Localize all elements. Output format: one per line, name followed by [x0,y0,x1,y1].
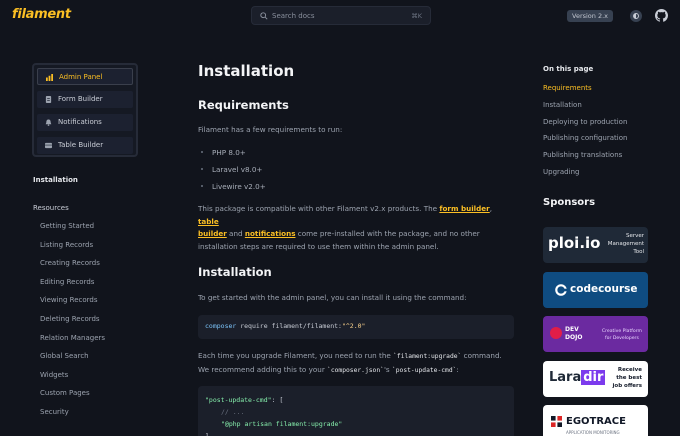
toc-item-publishing-translations[interactable]: Publishing translations [543,151,627,168]
nav-item-custom-pages[interactable]: Custom Pages [40,389,105,408]
egotrace-logo-icon [551,416,562,427]
nav-item-viewing-records[interactable]: Viewing Records [40,296,105,315]
search-icon [260,12,268,20]
devdojo-logo-icon [550,327,562,339]
sponsor-name: Lara [549,370,582,385]
sponsor-tagline: APPLICATION MONITORING [566,430,620,435]
nav-item-deleting-records[interactable]: Deleting Records [40,315,105,334]
search-input[interactable]: Search docs ⌘K [251,6,431,25]
package-switcher: Admin Panel Form Builder Notifications T… [32,63,138,157]
sponsor-tagline: the best [616,375,642,381]
search-placeholder: Search docs [272,12,315,20]
notifications-link[interactable]: notifications [245,229,296,238]
nav-item-editing-records[interactable]: Editing Records [40,278,105,297]
nav-item-listing-records[interactable]: Listing Records [40,241,105,260]
nav-item-getting-started[interactable]: Getting Started [40,222,105,241]
theme-toggle-icon [633,13,639,19]
package-label: Table Builder [58,141,104,149]
compatibility-paragraph: This package is compatible with other Fi… [198,204,492,251]
theme-toggle-button[interactable] [630,10,642,22]
toc-item-requirements[interactable]: Requirements [543,84,627,101]
sponsor-name: DEV [565,326,579,333]
sponsors-heading: Sponsors [543,197,596,208]
install-intro: To get started with the admin panel, you… [198,293,467,302]
github-icon[interactable] [655,9,668,22]
sponsor-name: EGOTRACE [566,416,626,427]
sponsor-codecourse[interactable]: codecourse [543,272,648,308]
top-header: filament Search docs ⌘K Version 2.x [0,0,680,33]
sponsor-tagline: job offers [612,383,642,389]
nav-item-global-search[interactable]: Global Search [40,352,105,371]
table-builder-link[interactable]: table [198,217,219,226]
sponsor-tagline: Server [625,233,644,239]
requirements-heading[interactable]: Requirements [198,98,289,112]
package-notifications[interactable]: Notifications [37,114,133,131]
form-builder-link[interactable]: form builder [439,204,489,213]
toc-item-installation[interactable]: Installation [543,101,627,118]
sponsor-tagline: Tool [633,249,644,255]
nav-item-widgets[interactable]: Widgets [40,371,105,390]
sponsor-name: dir [581,370,606,385]
package-form-builder[interactable]: Form Builder [37,91,133,108]
table-builder-link[interactable]: builder [198,229,227,238]
nav-installation[interactable]: Installation [33,176,78,184]
sponsor-tagline: Creative Platform [601,329,642,334]
sponsor-laradir[interactable]: Lara dir Receive the best job offers [543,361,648,397]
sponsor-name: ploi.io [548,234,601,252]
requirement-item: PHP 8.0+ [201,148,246,157]
package-admin-panel[interactable]: Admin Panel [37,68,133,85]
toc-title: On this page [543,65,594,73]
package-label: Admin Panel [59,73,103,81]
requirement-item: Livewire v2.0+ [201,182,266,191]
sponsor-name: codecourse [570,283,638,295]
nav-item-creating-records[interactable]: Creating Records [40,259,105,278]
requirements-intro: Filament has a few requirements to run: [198,125,343,134]
bell-icon [45,119,52,126]
package-label: Notifications [58,118,102,126]
page-title: Installation [198,62,295,80]
sponsor-tagline: for Developers [605,336,639,341]
toc-item-publishing-config[interactable]: Publishing configuration [543,134,627,151]
nav-resources-list: Getting Started Listing Records Creating… [40,222,105,427]
filament-logo[interactable]: filament [12,7,71,22]
table-of-contents: Requirements Installation Deploying to p… [543,84,627,185]
table-icon [45,142,52,149]
composer-json-code-block[interactable]: "post-update-cmd": [ // ... "@php artisa… [198,386,514,436]
codecourse-logo-icon [555,284,567,296]
toc-item-upgrading[interactable]: Upgrading [543,168,627,185]
sponsor-tagline: Receive [617,367,642,373]
nav-item-relation-managers[interactable]: Relation Managers [40,334,105,353]
bar-chart-icon [46,74,53,81]
toc-item-deploying[interactable]: Deploying to production [543,118,627,135]
document-icon [45,96,52,103]
installation-heading[interactable]: Installation [198,265,272,279]
nav-section-resources: Resources [33,204,69,212]
install-command-block[interactable]: composer require filament/filament:"^2.0… [198,315,514,339]
search-shortcut: ⌘K [411,12,422,20]
requirement-item: Laravel v8.0+ [201,165,262,174]
package-label: Form Builder [58,95,103,103]
sponsor-name: DOJO [565,334,583,341]
nav-item-security[interactable]: Security [40,408,105,427]
version-selector[interactable]: Version 2.x [567,10,614,22]
sponsor-devdojo[interactable]: DEV DOJO Creative Platform for Developer… [543,316,648,352]
upgrade-paragraph: Each time you upgrade Filament, you need… [198,351,502,374]
sponsor-egotrace[interactable]: EGOTRACE APPLICATION MONITORING [543,405,648,436]
package-table-builder[interactable]: Table Builder [37,137,133,154]
sponsor-ploi[interactable]: ploi.io Server Management Tool [543,227,648,263]
sponsor-tagline: Management [607,241,644,247]
